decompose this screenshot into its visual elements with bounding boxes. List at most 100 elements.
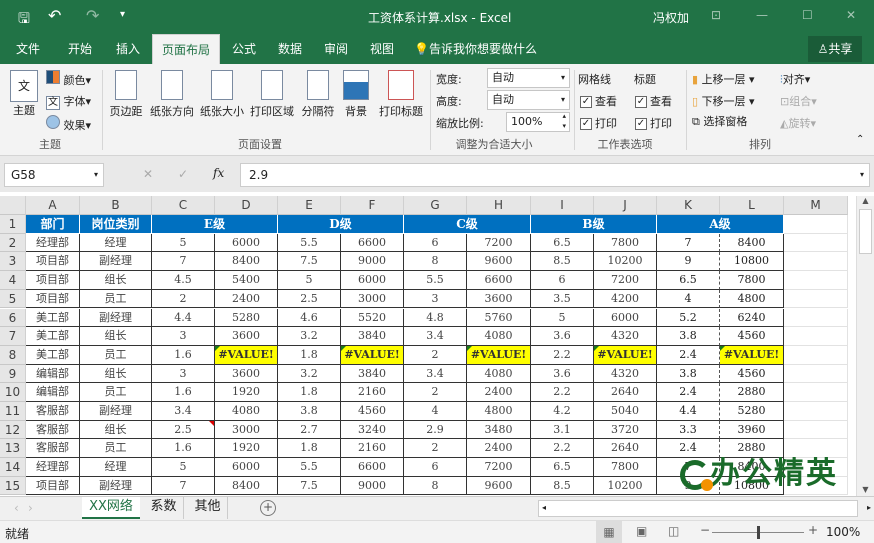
column-header-C[interactable]: C [152, 196, 215, 215]
empty-cell[interactable] [784, 345, 848, 365]
table-cell[interactable]: 3 [152, 327, 215, 346]
table-cell[interactable]: 4.8 [404, 308, 467, 328]
table-cell[interactable]: 2.4 [657, 383, 720, 402]
table-cell[interactable]: 7 [152, 476, 215, 496]
error-cell[interactable]: #VALUE! [594, 345, 657, 365]
table-cell[interactable]: 副经理 [80, 476, 152, 496]
table-cell[interactable]: 3 [404, 289, 467, 309]
table-cell[interactable]: 3.4 [152, 402, 215, 421]
header-dept[interactable]: 部门 [26, 215, 80, 234]
table-cell[interactable]: 6000 [341, 271, 404, 290]
row-header[interactable]: 12 [0, 420, 26, 440]
table-cell[interactable]: 2880 [720, 439, 784, 459]
table-cell[interactable]: 1.8 [278, 439, 341, 459]
table-cell[interactable]: 经理部 [26, 458, 80, 477]
header-level[interactable]: B级 [531, 215, 657, 234]
zoom-out-button[interactable]: − [700, 523, 710, 537]
zoom-in-button[interactable]: + [808, 523, 818, 537]
horizontal-scrollbar[interactable]: ◂ ▸ [538, 500, 871, 517]
insert-function-icon[interactable]: fx [213, 166, 224, 180]
table-cell[interactable]: 5760 [467, 308, 531, 328]
page-layout-view-icon[interactable]: ▣ [636, 524, 647, 538]
table-cell[interactable]: 3000 [341, 289, 404, 309]
table-cell[interactable]: 5.5 [278, 233, 341, 253]
scroll-thumb[interactable] [859, 209, 872, 254]
table-cell[interactable]: 2.2 [531, 345, 594, 365]
table-cell[interactable]: 4560 [720, 327, 784, 346]
rotate-button[interactable]: ◭旋转▾ [780, 115, 816, 131]
column-header-K[interactable]: K [657, 196, 720, 215]
table-cell[interactable]: 9000 [341, 476, 404, 496]
table-cell[interactable]: 9600 [467, 252, 531, 272]
save-icon[interactable]: 🖫 [18, 8, 30, 32]
close-button[interactable]: ✕ [846, 8, 856, 22]
breaks-button[interactable]: 分隔符 [298, 70, 338, 119]
table-cell[interactable]: 7 [152, 252, 215, 272]
gridlines-print-checkbox[interactable]: ✓ 打印 [580, 115, 617, 131]
empty-cell[interactable] [784, 233, 848, 253]
table-cell[interactable]: 9000 [341, 252, 404, 272]
header-level[interactable]: A级 [657, 215, 784, 234]
table-cell[interactable]: 4080 [467, 327, 531, 346]
table-cell[interactable]: 经理 [80, 458, 152, 477]
table-cell[interactable]: 项目部 [26, 252, 80, 272]
table-cell[interactable]: 3600 [215, 364, 278, 384]
column-header-E[interactable]: E [278, 196, 341, 215]
table-cell[interactable]: 4 [404, 402, 467, 421]
table-cell[interactable]: 6 [404, 233, 467, 253]
row-header[interactable]: 9 [0, 364, 26, 384]
table-cell[interactable]: 2.2 [531, 383, 594, 402]
orientation-button[interactable]: 纸张方向 [148, 70, 196, 119]
table-cell[interactable]: 3840 [341, 364, 404, 384]
table-cell[interactable]: 3 [152, 364, 215, 384]
share-button[interactable]: ♙共享 [808, 36, 862, 62]
table-cell[interactable]: 6600 [467, 271, 531, 290]
table-cell[interactable]: 5040 [594, 402, 657, 421]
table-cell[interactable]: 1.6 [152, 345, 215, 365]
empty-cell[interactable] [784, 420, 848, 440]
table-cell[interactable]: 3.6 [531, 364, 594, 384]
background-button[interactable]: 背景 [340, 70, 372, 119]
table-cell[interactable]: 3.8 [657, 364, 720, 384]
error-cell[interactable]: #VALUE! [467, 345, 531, 365]
table-cell[interactable]: 4080 [467, 364, 531, 384]
table-cell[interactable]: 5520 [341, 308, 404, 328]
empty-cell[interactable] [784, 252, 848, 272]
table-cell[interactable]: 3.4 [404, 327, 467, 346]
table-cell[interactable]: 2.5 [278, 289, 341, 309]
table-cell[interactable]: 1920 [215, 383, 278, 402]
maximize-button[interactable]: ☐ [802, 8, 813, 22]
table-cell[interactable]: 2.7 [278, 420, 341, 440]
table-cell[interactable]: 4800 [720, 289, 784, 309]
table-cell[interactable]: 3.2 [278, 327, 341, 346]
table-cell[interactable]: 2.2 [531, 439, 594, 459]
table-cell[interactable]: 组长 [80, 271, 152, 290]
scale-spinner[interactable]: 100% ▴ ▾ [506, 112, 570, 132]
table-cell[interactable]: 8400 [215, 252, 278, 272]
column-header-J[interactable]: J [594, 196, 657, 215]
row-header[interactable]: 13 [0, 439, 26, 459]
send-backward-button[interactable]: ▯ 下移一层 ▾ [692, 93, 755, 109]
empty-cell[interactable] [784, 476, 848, 496]
table-cell[interactable]: 5.5 [278, 458, 341, 477]
cancel-icon[interactable]: ✕ [143, 167, 153, 181]
scroll-left-icon[interactable]: ◂ [542, 503, 546, 512]
redo-icon[interactable]: ↷ [86, 6, 99, 25]
table-cell[interactable]: 4.4 [657, 402, 720, 421]
table-cell[interactable]: 6000 [215, 233, 278, 253]
table-cell[interactable]: 组长 [80, 364, 152, 384]
tab-page-layout[interactable]: 页面布局 [152, 34, 220, 64]
table-cell[interactable]: 2 [404, 439, 467, 459]
table-cell[interactable]: 4 [657, 289, 720, 309]
table-cell[interactable]: 2160 [341, 383, 404, 402]
row-header[interactable]: 15 [0, 476, 26, 496]
table-cell[interactable]: 5 [531, 308, 594, 328]
header-level[interactable]: E级 [152, 215, 278, 234]
table-cell[interactable]: 10200 [594, 476, 657, 496]
column-header-M[interactable]: M [784, 196, 848, 215]
normal-view-icon[interactable]: ▦ [596, 521, 622, 543]
table-cell[interactable]: 1.8 [278, 383, 341, 402]
table-cell[interactable]: 2 [404, 345, 467, 365]
table-cell[interactable]: 5280 [215, 308, 278, 328]
headings-print-checkbox[interactable]: ✓ 打印 [635, 115, 672, 131]
